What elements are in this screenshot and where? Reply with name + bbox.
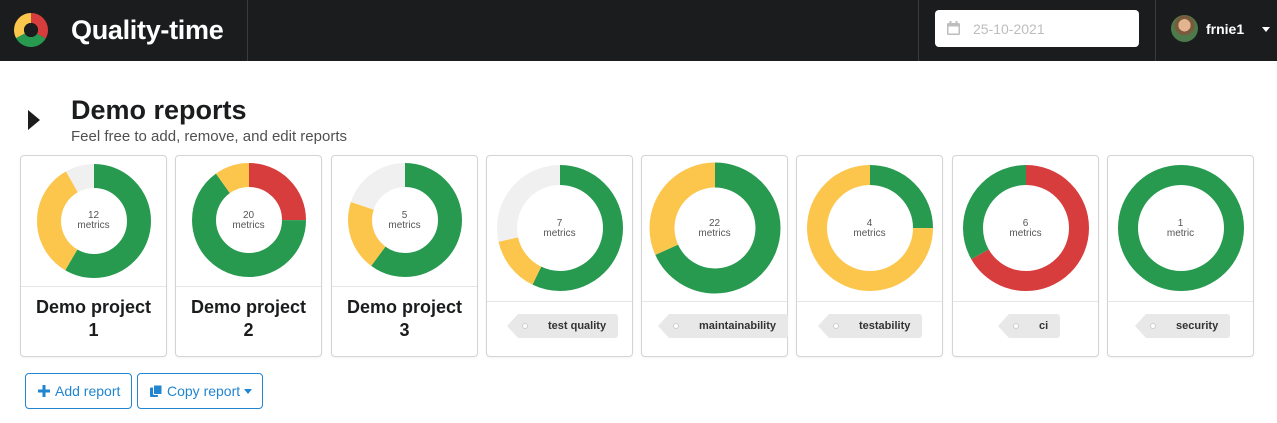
report-title: Demo project 3	[332, 296, 477, 342]
metrics-label: metrics	[853, 228, 886, 239]
top-menu-bar: Quality-time 25-10-2021 frnie1	[0, 0, 1277, 61]
donut-summary: 22 metrics	[642, 219, 787, 239]
tag-text: test quality	[548, 320, 607, 332]
tag-text: ci	[1039, 320, 1049, 332]
report-title-line2: 3	[399, 320, 410, 340]
copy-report-label: Copy report	[167, 383, 241, 399]
metrics-label: metrics	[232, 220, 265, 231]
metrics-label: metrics	[77, 220, 110, 231]
report-date-value: 25-10-2021	[973, 21, 1045, 37]
page-subtitle: Feel free to add, remove, and edit repor…	[71, 128, 347, 145]
card-divider	[332, 286, 477, 287]
metrics-label: metric	[1166, 228, 1195, 239]
metrics-label: metrics	[1009, 228, 1042, 239]
tag-card[interactable]: 22 metrics maintainability	[641, 155, 789, 357]
report-title-line1: Demo project	[346, 297, 463, 317]
card-divider	[487, 301, 632, 302]
donut-summary: 6 metrics	[953, 219, 1098, 239]
tag-text: maintainability	[699, 320, 777, 332]
calendar-icon	[947, 21, 960, 35]
app-brand[interactable]: Quality-time	[0, 0, 248, 61]
report-card[interactable]: 20 metrics Demo project 2	[175, 155, 322, 357]
tag-hole-icon	[522, 323, 528, 329]
report-title-line1: Demo project	[35, 297, 152, 317]
caret-down-icon	[1262, 27, 1270, 32]
card-divider	[21, 286, 166, 287]
donut-summary: 4 metrics	[797, 219, 942, 239]
card-divider	[797, 301, 942, 302]
username: frnie1	[1206, 21, 1245, 37]
card-divider	[176, 286, 321, 287]
tag-card[interactable]: 4 metrics testability	[796, 155, 943, 357]
report-title-line2: 2	[243, 320, 254, 340]
tag-hole-icon	[1013, 323, 1019, 329]
plus-icon	[38, 385, 50, 397]
tag-card[interactable]: 6 metrics ci	[952, 155, 1099, 357]
report-title: Demo project 2	[176, 296, 321, 342]
tag-card[interactable]: 1 metric security	[1107, 155, 1254, 357]
tag-label: test quality	[506, 314, 619, 338]
donut-summary: 5 metrics	[332, 211, 477, 231]
caret-right-icon[interactable]	[26, 108, 42, 132]
copy-report-button[interactable]: Copy report	[137, 373, 263, 409]
card-divider	[642, 301, 787, 302]
copy-icon	[150, 385, 162, 397]
report-title-line1: Demo project	[190, 297, 307, 317]
donut-summary: 20 metrics	[176, 211, 321, 231]
user-avatar	[1171, 15, 1198, 42]
tag-text: testability	[859, 320, 911, 332]
add-report-button[interactable]: Add report	[25, 373, 132, 409]
tag-hole-icon	[1150, 323, 1156, 329]
tag-text: security	[1176, 320, 1219, 332]
tag-label: security	[1134, 314, 1231, 338]
date-picker-cell: 25-10-2021	[918, 0, 1155, 61]
quality-time-logo-icon	[14, 13, 48, 47]
tag-label: maintainability	[657, 314, 789, 338]
tag-label: ci	[997, 314, 1061, 338]
card-divider	[1108, 301, 1253, 302]
report-title-line2: 1	[88, 320, 99, 340]
donut-summary: 1 metric	[1108, 219, 1253, 239]
app-title: Quality-time	[71, 15, 224, 45]
donut-summary: 12 metrics	[21, 211, 166, 231]
tag-label: testability	[817, 314, 923, 338]
page-title: Demo reports	[71, 95, 247, 125]
card-divider	[953, 301, 1098, 302]
caret-down-icon	[244, 389, 252, 394]
metrics-label: metrics	[388, 220, 421, 231]
report-card[interactable]: 5 metrics Demo project 3	[331, 155, 478, 357]
tag-card[interactable]: 7 metrics test quality	[486, 155, 633, 357]
add-report-label: Add report	[55, 383, 121, 399]
tag-hole-icon	[833, 323, 839, 329]
metrics-label: metrics	[543, 228, 576, 239]
report-date-input[interactable]: 25-10-2021	[935, 10, 1139, 47]
metrics-label: metrics	[698, 228, 731, 239]
tag-hole-icon	[673, 323, 679, 329]
report-card[interactable]: 12 metrics Demo project 1	[20, 155, 167, 357]
user-menu[interactable]: frnie1	[1155, 0, 1277, 61]
donut-summary: 7 metrics	[487, 219, 632, 239]
report-title: Demo project 1	[21, 296, 166, 342]
